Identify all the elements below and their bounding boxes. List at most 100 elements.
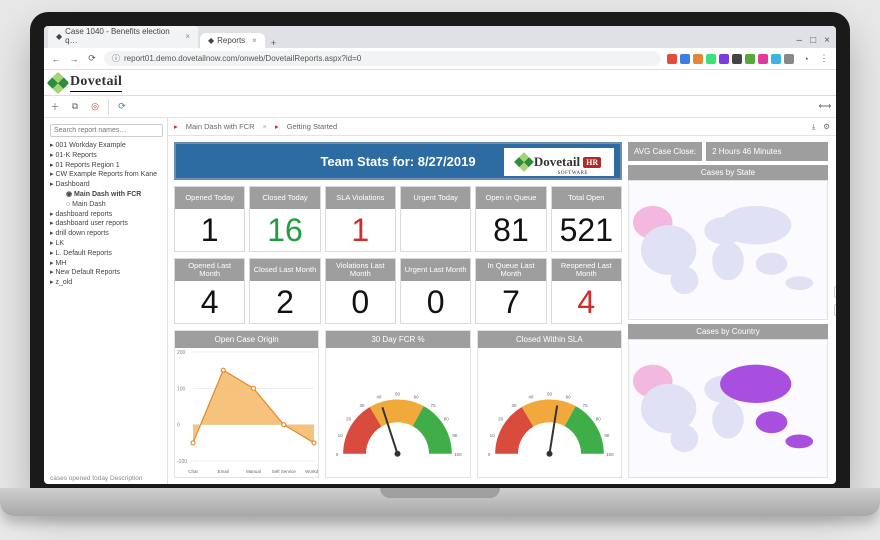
search-input[interactable]: [50, 124, 163, 137]
chart-title: Closed Within SLA: [478, 331, 621, 348]
close-icon[interactable]: ×: [263, 122, 267, 131]
back-icon[interactable]: ←: [50, 53, 62, 65]
svg-text:0: 0: [488, 452, 491, 457]
stat-card: In Queue Last Month7: [475, 258, 546, 324]
settings-icon[interactable]: ⚙: [823, 122, 830, 131]
tab-main-dash[interactable]: Main Dash with FCR: [186, 122, 255, 131]
report-tree-sidebar: ▸ 001 Workday Example▸ 01-K Reports▸ 01 …: [44, 118, 168, 484]
export-icon[interactable]: [834, 304, 836, 316]
browser-tab[interactable]: ◆ Reports ×: [200, 33, 265, 48]
svg-text:30: 30: [511, 403, 517, 408]
stat-label: Open in Queue: [476, 187, 545, 209]
tab-getting-started[interactable]: Getting Started: [287, 122, 337, 131]
ext-icon[interactable]: [706, 54, 716, 64]
window-minimize-icon[interactable]: –: [797, 35, 803, 46]
kpi-value: 2 Hours 46 Minutes: [706, 142, 828, 161]
stat-value: 4: [552, 281, 621, 323]
ext-icon[interactable]: [680, 54, 690, 64]
stat-card: Closed Last Month2: [249, 258, 320, 324]
tree-item[interactable]: ▸ drill down reports: [50, 229, 163, 239]
window-maximize-icon[interactable]: □: [810, 35, 816, 46]
tree-item[interactable]: ▸ L. Default Reports: [50, 249, 163, 259]
brand-logo[interactable]: Dovetail: [50, 74, 122, 92]
stat-label: In Queue Last Month: [476, 259, 545, 281]
tree-item[interactable]: ▸ z_old: [50, 278, 163, 288]
ext-icon[interactable]: [771, 54, 781, 64]
map-cases-by-country: Cases by Country: [628, 324, 828, 478]
tree-item[interactable]: ▸ LK: [50, 239, 163, 249]
window-close-icon[interactable]: ×: [824, 35, 830, 46]
divider: [108, 99, 109, 115]
tree-item[interactable]: ▸ CW Example Reports from Kane: [50, 170, 163, 180]
chart-fcr: 30 Day FCR % 0102030405060708090100: [325, 330, 470, 478]
svg-text:80: 80: [444, 416, 450, 421]
brand-name: Dovetail: [70, 74, 122, 92]
collapse-button[interactable]: ⟷: [818, 100, 832, 114]
svg-text:100: 100: [177, 386, 186, 392]
export-icon[interactable]: ⤓: [812, 122, 815, 132]
app-header: Dovetail: [44, 70, 836, 96]
stat-card: Opened Today1: [174, 186, 245, 252]
kpi-avg-close: AVG Case Close: 2 Hours 46 Minutes: [628, 142, 828, 161]
refresh-button[interactable]: ⟳: [115, 100, 129, 114]
banner-logo: Dovetail HR SOFTWARE: [504, 148, 614, 176]
svg-text:20: 20: [347, 416, 353, 421]
tree-item[interactable]: ▸ MH: [50, 259, 163, 269]
tree-item[interactable]: ▸ Dashboard: [50, 180, 163, 190]
tree-subitem[interactable]: ○ Main Dash: [50, 200, 163, 210]
tab-favicon: ◆: [208, 36, 214, 45]
browser-tab[interactable]: ◆ Case 1040 - Benefits election q… ×: [48, 26, 198, 48]
svg-text:Workday: Workday: [305, 469, 318, 474]
tree-item[interactable]: ▸ dashboard reports: [50, 210, 163, 220]
svg-text:70: 70: [582, 403, 588, 408]
svg-text:50: 50: [395, 391, 401, 396]
stat-value: 7: [476, 281, 545, 323]
ext-icon[interactable]: [732, 54, 742, 64]
copy-button[interactable]: ⧉: [68, 100, 82, 114]
ext-icon[interactable]: [784, 54, 794, 64]
svg-text:0: 0: [336, 452, 339, 457]
expand-icon[interactable]: [834, 286, 836, 298]
ext-icon[interactable]: [667, 54, 677, 64]
ext-icon[interactable]: [758, 54, 768, 64]
chart-title: 30 Day FCR %: [326, 331, 469, 348]
stat-value: 16: [250, 209, 319, 251]
tab-favicon: ◆: [56, 32, 62, 41]
svg-text:200: 200: [177, 350, 186, 356]
reload-icon[interactable]: ⟳: [86, 53, 98, 65]
tree-item[interactable]: ▸ 01 Reports Region 1: [50, 161, 163, 171]
tree-item[interactable]: ▸ New Default Reports: [50, 268, 163, 278]
add-button[interactable]: ＋: [48, 100, 62, 114]
svg-text:70: 70: [431, 403, 437, 408]
side-controls: [834, 286, 836, 316]
menu-icon[interactable]: ⋮: [818, 53, 830, 65]
tree-item[interactable]: ▸ 01-K Reports: [50, 151, 163, 161]
svg-text:20: 20: [498, 416, 504, 421]
svg-text:Self Service: Self Service: [272, 469, 297, 474]
ext-icon[interactable]: [693, 54, 703, 64]
browser-toolbar: ← → ⟳ ⓘ report01.demo.dovetailnow.com/on…: [44, 48, 836, 70]
svg-text:60: 60: [414, 394, 420, 399]
close-icon[interactable]: ×: [252, 36, 257, 45]
map-cases-by-state: Cases by State: [628, 165, 828, 320]
stat-card: Urgent Last Month0: [400, 258, 471, 324]
ext-icon[interactable]: [719, 54, 729, 64]
tree-item[interactable]: ▸ 001 Workday Example: [50, 141, 163, 151]
stat-label: Closed Last Month: [250, 259, 319, 281]
stat-label: Reopened Last Month: [552, 259, 621, 281]
ext-icon[interactable]: [745, 54, 755, 64]
forward-icon[interactable]: →: [68, 53, 80, 65]
tree-subitem[interactable]: ◉ Main Dash with FCR: [50, 190, 163, 200]
target-button[interactable]: ◎: [88, 100, 102, 114]
stat-label: SLA Violations: [326, 187, 395, 209]
svg-text:10: 10: [489, 433, 495, 438]
profile-icon[interactable]: ◔: [800, 53, 812, 65]
close-icon[interactable]: ×: [185, 32, 190, 41]
svg-text:Chat: Chat: [188, 469, 198, 474]
tree-item[interactable]: ▸ dashboard user reports: [50, 219, 163, 229]
address-bar[interactable]: ⓘ report01.demo.dovetailnow.com/onweb/Do…: [104, 51, 661, 66]
app-toolbar: ＋ ⧉ ◎ ⟳ ⟷: [44, 96, 836, 118]
lock-icon: ⓘ: [112, 53, 120, 64]
new-tab-button[interactable]: +: [271, 38, 276, 48]
chart-sla: Closed Within SLA 0102030405060708090100: [477, 330, 622, 478]
